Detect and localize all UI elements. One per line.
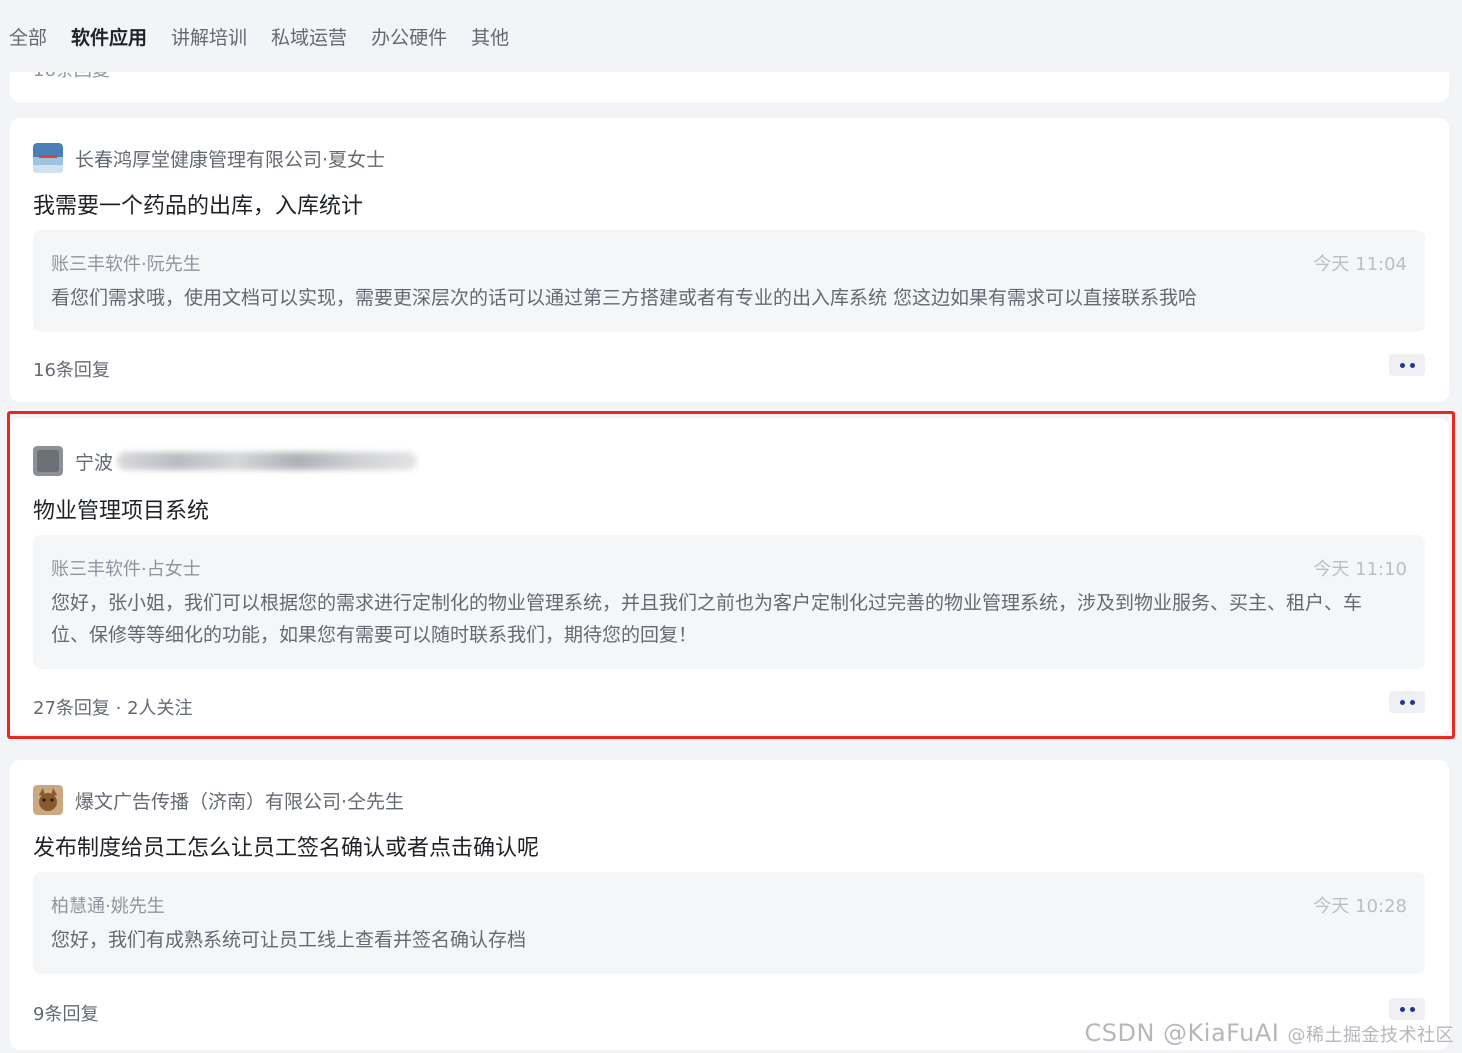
author-name: 宁波 bbox=[75, 451, 114, 474]
author-name: 爆文广告传播（济南）有限公司·仝先生 bbox=[75, 790, 405, 813]
reply-preview[interactable]: 柏慧通·姚先生 今天 10:28 您好，我们有成熟系统可让员工线上查看并签名确认… bbox=[33, 872, 1425, 974]
dot-icon bbox=[1409, 1006, 1415, 1012]
post-card[interactable]: 宁波 物业管理项目系统 账三丰软件·占女士 今天 11:10 您好，张小姐，我们… bbox=[10, 418, 1449, 734]
reply-text: 您好，我们有成熟系统可让员工线上查看并签名确认存档 bbox=[51, 929, 527, 951]
reply-time: 今天 11:04 bbox=[1313, 254, 1407, 275]
replier-name[interactable]: 柏慧通·姚先生 bbox=[51, 892, 165, 918]
replier-name[interactable]: 账三丰软件·占女士 bbox=[51, 555, 201, 581]
replier-name[interactable]: 账三丰软件·阮先生 bbox=[51, 250, 201, 276]
reply-text: 您好，张小姐，我们可以根据您的需求进行定制化的物业管理系统，并且我们之前也为客户… bbox=[51, 592, 1363, 646]
question-title[interactable]: 发布制度给员工怎么让员工签名确认或者点击确认呢 bbox=[33, 830, 539, 862]
reply-time: 今天 11:10 bbox=[1313, 559, 1407, 580]
tab-training[interactable]: 讲解培训 bbox=[171, 23, 247, 50]
avatar bbox=[33, 143, 63, 173]
post-meta[interactable]: 9条回复 bbox=[33, 1000, 98, 1026]
dot-icon bbox=[1399, 362, 1405, 368]
post-author[interactable]: 宁波 bbox=[33, 446, 418, 476]
reply-text: 看您们需求哦，使用文档可以实现，需要更深层次的话可以通过第三方搭建或者有专业的出… bbox=[51, 287, 1198, 309]
dot-icon bbox=[1399, 1006, 1405, 1012]
category-tabs: 全部 软件应用 讲解培训 私域运营 办公硬件 其他 bbox=[0, 0, 1462, 72]
question-title[interactable]: 我需要一个药品的出库，入库统计 bbox=[33, 188, 363, 220]
watermark-sub: @稀土掘金技术社区 bbox=[1287, 1025, 1454, 1046]
author-name: 长春鸿厚堂健康管理有限公司·夏女士 bbox=[75, 148, 386, 171]
tab-software[interactable]: 软件应用 bbox=[71, 23, 147, 50]
dot-icon bbox=[1409, 362, 1415, 368]
post-meta[interactable]: 16条回复 bbox=[33, 356, 110, 382]
post-meta[interactable]: 27条回复 · 2人关注 bbox=[33, 694, 193, 720]
avatar bbox=[33, 785, 63, 815]
reply-preview[interactable]: 账三丰软件·占女士 今天 11:10 您好，张小姐，我们可以根据您的需求进行定制… bbox=[33, 535, 1425, 669]
post-author[interactable]: 长春鸿厚堂健康管理有限公司·夏女士 bbox=[33, 143, 385, 173]
more-options-button[interactable] bbox=[1389, 998, 1425, 1020]
post-author[interactable]: 爆文广告传播（济南）有限公司·仝先生 bbox=[33, 785, 404, 815]
post-card[interactable]: 长春鸿厚堂健康管理有限公司·夏女士 我需要一个药品的出库，入库统计 账三丰软件·… bbox=[10, 118, 1449, 402]
tab-other[interactable]: 其他 bbox=[471, 23, 509, 50]
avatar bbox=[33, 446, 63, 476]
reply-preview[interactable]: 账三丰软件·阮先生 今天 11:04 看您们需求哦，使用文档可以实现，需要更深层… bbox=[33, 230, 1425, 332]
more-options-button[interactable] bbox=[1389, 354, 1425, 376]
tab-all[interactable]: 全部 bbox=[9, 23, 47, 50]
question-title[interactable]: 物业管理项目系统 bbox=[33, 493, 209, 525]
post-card[interactable]: 爆文广告传播（济南）有限公司·仝先生 发布制度给员工怎么让员工签名确认或者点击确… bbox=[10, 760, 1449, 1050]
tab-office-hardware[interactable]: 办公硬件 bbox=[371, 23, 447, 50]
dot-icon bbox=[1409, 699, 1415, 705]
dot-icon bbox=[1399, 699, 1405, 705]
tab-private-ops[interactable]: 私域运营 bbox=[271, 23, 347, 50]
redacted-text bbox=[117, 452, 418, 470]
watermark: CSDN @KiaFuAI @稀土掘金技术社区 bbox=[1084, 1019, 1454, 1047]
watermark-main: CSDN @KiaFuAI bbox=[1084, 1019, 1280, 1047]
more-options-button[interactable] bbox=[1389, 691, 1425, 713]
reply-time: 今天 10:28 bbox=[1313, 896, 1407, 917]
